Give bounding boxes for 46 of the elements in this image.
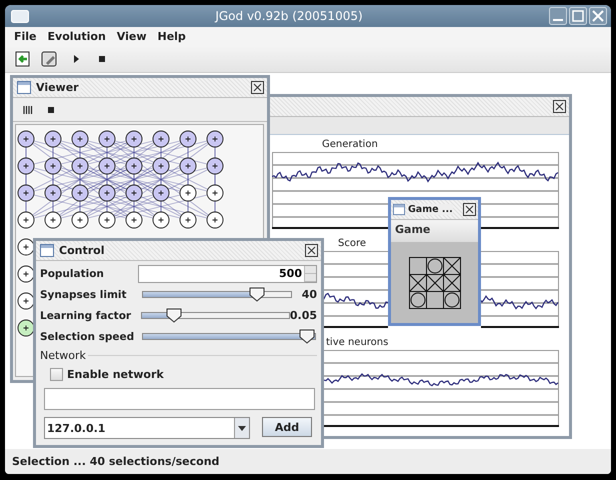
close-icon[interactable]	[463, 203, 476, 216]
window-icon	[393, 203, 405, 216]
chart-title: tive neurons	[326, 337, 388, 350]
window-icon	[11, 10, 29, 22]
play-icon[interactable]	[71, 54, 81, 64]
stop-icon[interactable]	[97, 54, 107, 64]
save-icon[interactable]	[41, 51, 57, 67]
window-title: Game ...	[408, 204, 453, 215]
field-label: Synapses limit	[40, 288, 128, 300]
close-icon[interactable]	[251, 81, 264, 94]
tic-tac-toe-board	[408, 256, 460, 308]
chart-title: Generation	[322, 139, 378, 152]
field-label: Population	[40, 268, 105, 280]
add-button[interactable]: Add	[262, 417, 312, 437]
bars-icon[interactable]	[23, 104, 33, 114]
minimize-icon[interactable]	[549, 7, 567, 25]
window-title: Control	[59, 244, 106, 257]
field-label: Learning factor	[40, 310, 132, 322]
menu-item[interactable]: View	[112, 30, 152, 43]
checkbox[interactable]	[50, 368, 63, 380]
window-title: JGod v0.92b (20051005)	[214, 9, 364, 23]
maximize-icon[interactable]	[569, 7, 587, 25]
close-icon[interactable]	[305, 244, 318, 257]
panel-heading: Game	[391, 220, 478, 242]
text-field[interactable]	[44, 388, 315, 410]
slider-thumb[interactable]	[299, 329, 315, 344]
stop-icon[interactable]	[47, 106, 55, 114]
slider-thumb[interactable]	[166, 308, 182, 323]
field-label: Selection speed	[40, 330, 136, 342]
window-icon	[17, 81, 31, 94]
spinner-field[interactable]: 500	[138, 264, 317, 282]
menu-item[interactable]: File	[9, 30, 43, 43]
close-icon[interactable]	[553, 100, 566, 113]
slider-value: 40	[300, 288, 317, 301]
caret-icon[interactable]	[234, 418, 249, 438]
host-dropdown[interactable]: 127.0.0.1	[44, 417, 250, 439]
slider-thumb[interactable]	[248, 287, 265, 302]
window-icon	[40, 244, 54, 257]
menu-item[interactable]: Evolution	[42, 30, 112, 43]
slider-value: 0.05	[290, 309, 317, 322]
open-icon[interactable]	[15, 51, 31, 67]
checkbox-label[interactable]: Enable network	[50, 364, 164, 384]
menu-item[interactable]: Help	[152, 30, 192, 43]
window-title: Viewer	[36, 81, 81, 94]
group-title: Network	[40, 349, 87, 362]
chart-title: Score	[338, 238, 366, 251]
